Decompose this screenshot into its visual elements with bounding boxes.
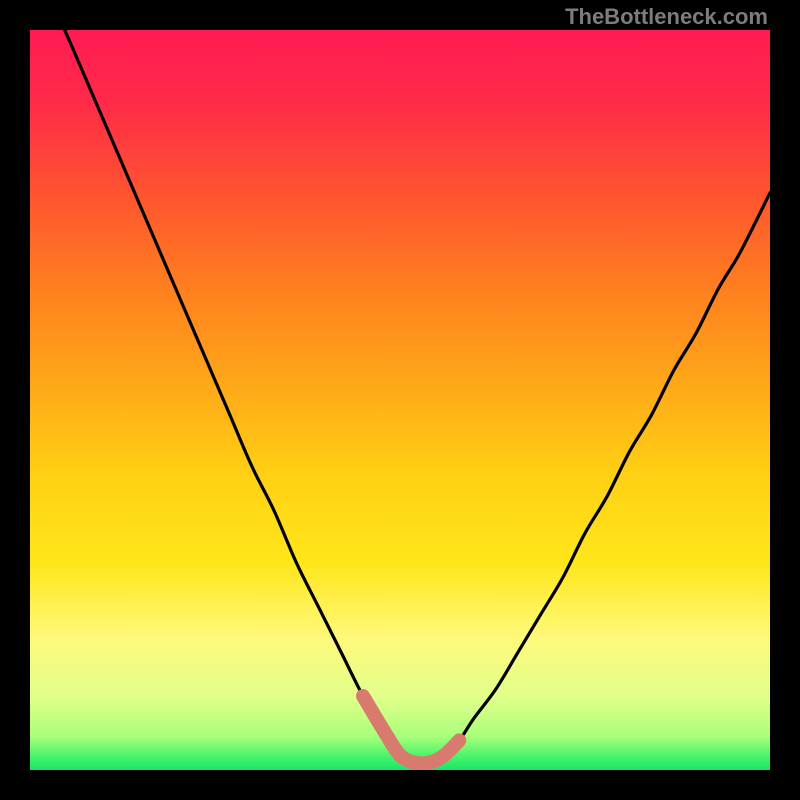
bottleneck-curve [30, 30, 770, 770]
plot-area [30, 30, 770, 770]
watermark-text: TheBottleneck.com [565, 4, 768, 30]
chart-frame: TheBottleneck.com [0, 0, 800, 800]
